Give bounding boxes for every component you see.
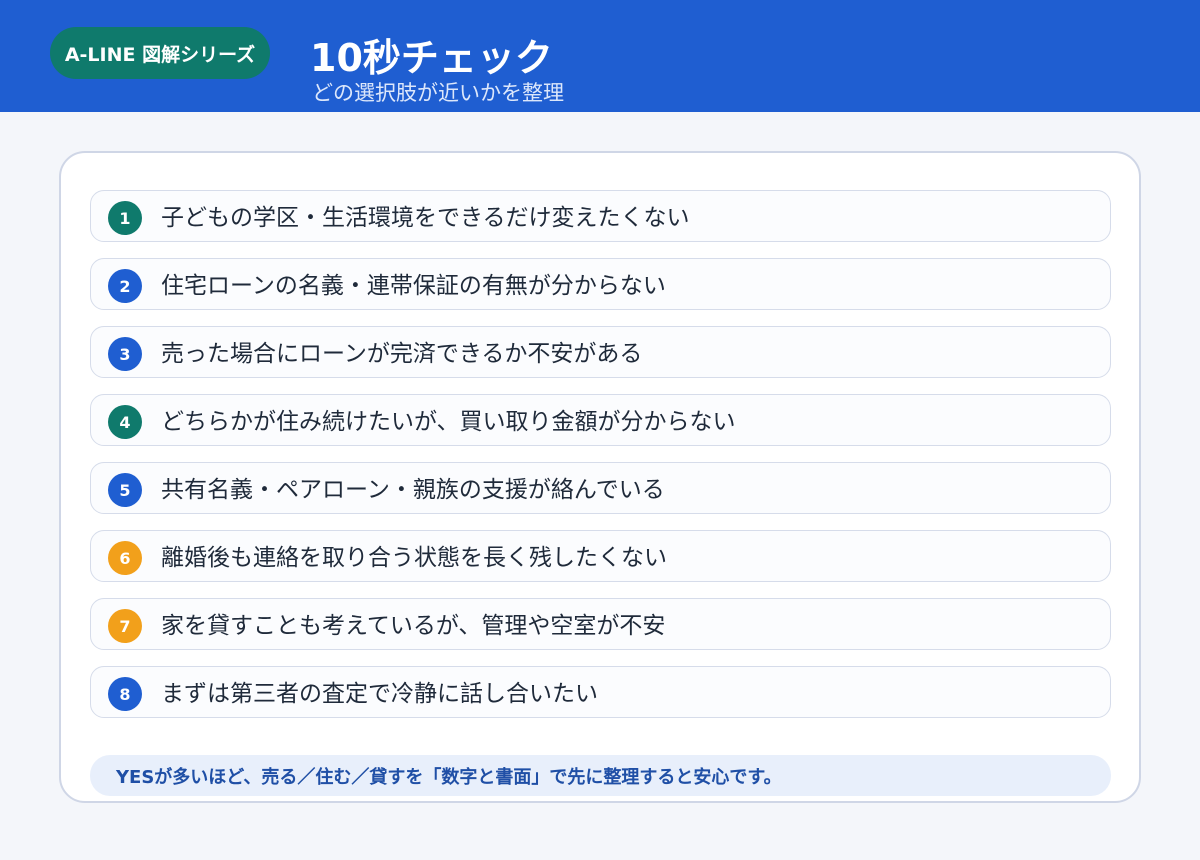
page-subtitle: どの選択肢が近いかを整理 — [312, 81, 564, 105]
checklist-item: 1 子どもの学区・生活環境をできるだけ変えたくない — [90, 190, 1111, 242]
checklist-item: 6 離婚後も連絡を取り合う状態を長く残したくない — [90, 530, 1111, 582]
item-text: どちらかが住み続けたいが、買い取り金額が分からない — [161, 409, 736, 435]
item-text: 離婚後も連絡を取り合う状態を長く残したくない — [161, 545, 667, 571]
checklist-item: 5 共有名義・ペアローン・親族の支援が絡んでいる — [90, 462, 1111, 514]
item-text: 住宅ローンの名義・連帯保証の有無が分からない — [161, 273, 666, 299]
header-bar: A-LINE 図解シリーズ 10秒チェック どの選択肢が近いかを整理 — [0, 0, 1200, 112]
item-number-badge: 3 — [108, 337, 142, 371]
item-text: 子どもの学区・生活環境をできるだけ変えたくない — [161, 205, 690, 231]
item-text: 売った場合にローンが完済できるか不安がある — [161, 341, 643, 367]
item-text: まずは第三者の査定で冷静に話し合いたい — [161, 681, 598, 707]
checklist-item: 7 家を貸すことも考えているが、管理や空室が不安 — [90, 598, 1111, 650]
item-number-badge: 7 — [108, 609, 142, 643]
item-text: 共有名義・ペアローン・親族の支援が絡んでいる — [161, 477, 665, 503]
item-number-badge: 8 — [108, 677, 142, 711]
checklist-item: 8 まずは第三者の査定で冷静に話し合いたい — [90, 666, 1111, 718]
item-number-badge: 4 — [108, 405, 142, 439]
item-number-badge: 5 — [108, 473, 142, 507]
checklist-item: 2 住宅ローンの名義・連帯保証の有無が分からない — [90, 258, 1111, 310]
item-text: 家を貸すことも考えているが、管理や空室が不安 — [161, 613, 666, 639]
page-title: 10秒チェック — [310, 36, 553, 80]
item-number-badge: 6 — [108, 541, 142, 575]
item-number-badge: 1 — [108, 201, 142, 235]
summary-note: YESが多いほど、売る／住む／貸すを「数字と書面」で先に整理すると安心です。 — [90, 755, 1111, 796]
series-badge: A-LINE 図解シリーズ — [50, 27, 270, 79]
checklist-item: 3 売った場合にローンが完済できるか不安がある — [90, 326, 1111, 378]
item-number-badge: 2 — [108, 269, 142, 303]
checklist: 1 子どもの学区・生活環境をできるだけ変えたくない 2 住宅ローンの名義・連帯保… — [90, 190, 1111, 734]
checklist-item: 4 どちらかが住み続けたいが、買い取り金額が分からない — [90, 394, 1111, 446]
